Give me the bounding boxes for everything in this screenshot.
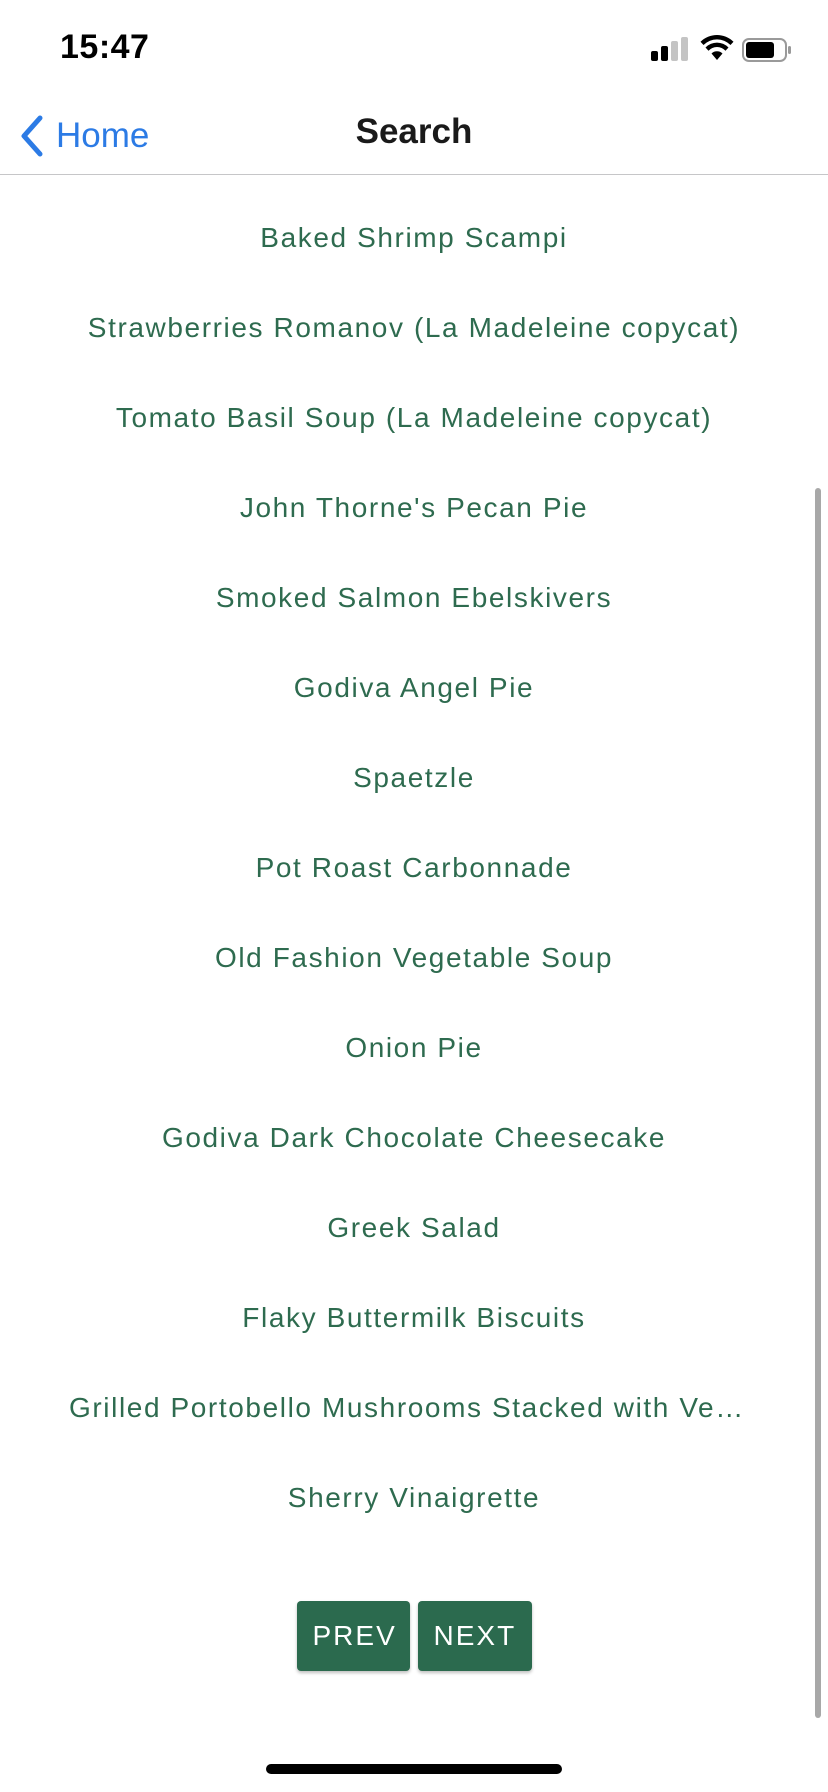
pagination: PREV NEXT: [0, 1601, 828, 1671]
recipe-title[interactable]: Grilled Portobello Mushrooms Stacked wit…: [69, 1390, 759, 1426]
recipe-title[interactable]: Godiva Dark Chocolate Cheesecake: [162, 1120, 666, 1156]
recipe-title[interactable]: Tomato Basil Soup (La Madeleine copycat): [116, 400, 712, 436]
list-item[interactable]: Grilled Portobello Mushrooms Stacked wit…: [0, 1390, 828, 1480]
recipe-title[interactable]: Baked Shrimp Scampi: [260, 220, 567, 256]
next-button[interactable]: NEXT: [417, 1601, 532, 1671]
list-item[interactable]: Pot Roast Carbonnade: [0, 850, 828, 940]
recipe-title[interactable]: Greek Salad: [327, 1210, 500, 1246]
recipe-title[interactable]: Pot Roast Carbonnade: [256, 850, 573, 886]
recipe-title[interactable]: Smoked Salmon Ebelskivers: [216, 580, 612, 616]
recipe-title[interactable]: John Thorne's Pecan Pie: [240, 490, 588, 526]
list-item[interactable]: Godiva Dark Chocolate Cheesecake: [0, 1120, 828, 1210]
recipe-list: Baked Shrimp Scampi Strawberries Romanov…: [0, 220, 828, 1570]
list-item[interactable]: Baked Shrimp Scampi: [0, 220, 828, 310]
page-title: Search: [355, 112, 473, 151]
status-bar: 15:47: [0, 0, 828, 100]
recipe-title[interactable]: Spaetzle: [353, 760, 475, 796]
list-item[interactable]: Tomato Basil Soup (La Madeleine copycat): [0, 400, 828, 490]
recipe-title[interactable]: Flaky Buttermilk Biscuits: [242, 1300, 585, 1336]
recipe-title[interactable]: Sherry Vinaigrette: [288, 1480, 540, 1516]
list-item[interactable]: John Thorne's Pecan Pie: [0, 490, 828, 580]
navigation-bar: Home Search: [0, 100, 828, 175]
recipe-title[interactable]: Godiva Angel Pie: [294, 670, 534, 706]
list-item[interactable]: Spaetzle: [0, 760, 828, 850]
home-indicator[interactable]: [266, 1764, 562, 1774]
battery-icon: [742, 38, 791, 62]
search-screen: 15:47 Home Search Baked Shrimp Scampi St…: [0, 0, 828, 1792]
prev-button[interactable]: PREV: [296, 1601, 410, 1671]
list-item[interactable]: Old Fashion Vegetable Soup: [0, 940, 828, 1030]
list-item[interactable]: Strawberries Romanov (La Madeleine copyc…: [0, 310, 828, 400]
recipe-title[interactable]: Old Fashion Vegetable Soup: [215, 940, 613, 976]
list-item[interactable]: Godiva Angel Pie: [0, 670, 828, 760]
wifi-icon: [700, 35, 734, 60]
status-time: 15:47: [60, 28, 150, 66]
scroll-indicator[interactable]: [815, 488, 821, 1718]
list-item[interactable]: Smoked Salmon Ebelskivers: [0, 580, 828, 670]
cellular-signal-icon: [651, 37, 689, 61]
list-item[interactable]: Onion Pie: [0, 1030, 828, 1120]
recipe-title[interactable]: Onion Pie: [345, 1030, 482, 1066]
list-item[interactable]: Flaky Buttermilk Biscuits: [0, 1300, 828, 1390]
list-item[interactable]: Sherry Vinaigrette: [0, 1480, 828, 1570]
recipe-title[interactable]: Strawberries Romanov (La Madeleine copyc…: [88, 310, 740, 346]
list-item[interactable]: Greek Salad: [0, 1210, 828, 1300]
